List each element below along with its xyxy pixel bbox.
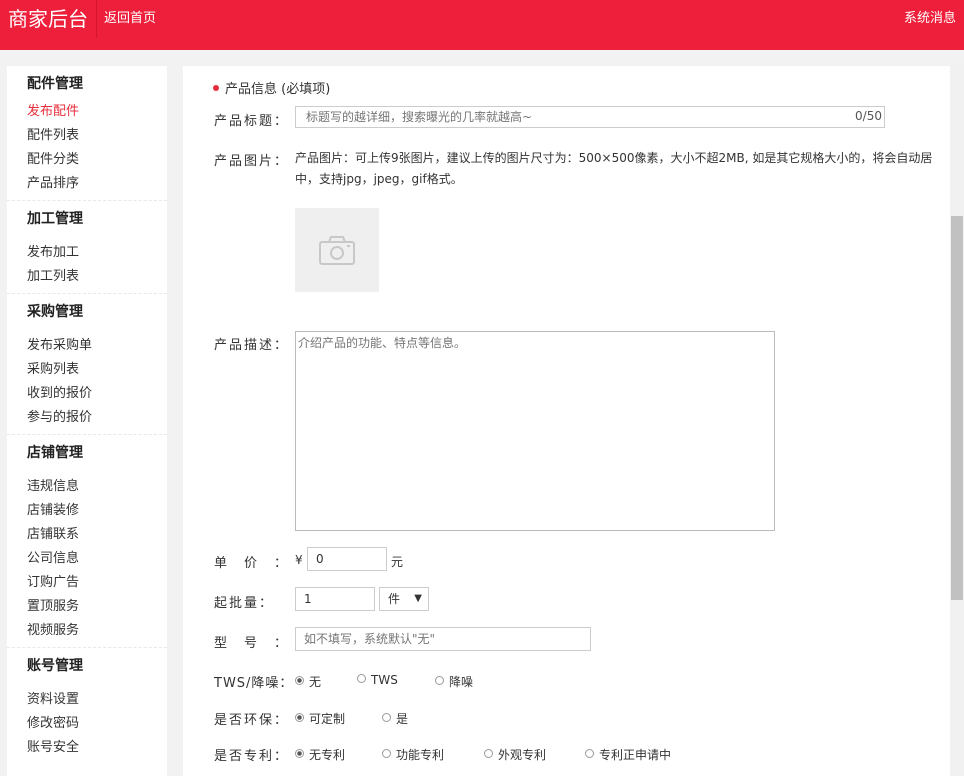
radio-noise-cancel[interactable]: 降噪 (435, 673, 473, 690)
sidebar-item-publish-part[interactable]: 发布配件 (27, 100, 167, 124)
sidebar-item-joined-quotes[interactable]: 参与的报价 (27, 406, 167, 430)
sidebar-item-shop-decoration[interactable]: 店铺装修 (27, 499, 167, 523)
radio-checked-icon (295, 676, 304, 685)
radio-label: 是 (396, 712, 409, 726)
system-messages-link[interactable]: 系统消息 (904, 0, 956, 38)
radio-unchecked-icon (484, 749, 493, 758)
sidebar-group-title: 账号管理 (27, 658, 83, 674)
radio-label: 专利正申请中 (599, 748, 672, 762)
currency-symbol: ¥ (295, 553, 303, 567)
radio-label: 降噪 (449, 675, 474, 689)
radio-tws[interactable]: TWS (357, 673, 398, 687)
sidebar-item-part-list[interactable]: 配件列表 (27, 124, 167, 148)
radio-label: 无专利 (309, 748, 346, 762)
title-char-counter: 0/50 (855, 109, 882, 123)
radio-unchecked-icon (357, 674, 366, 683)
moq-input[interactable] (295, 587, 375, 611)
radio-label: TWS (371, 673, 398, 687)
sidebar-item-order-ads[interactable]: 订购广告 (27, 571, 167, 595)
sidebar-item-publish-purchase[interactable]: 发布采购单 (27, 334, 167, 358)
radio-label: 无 (309, 675, 322, 689)
top-header: 商家后台 返回首页 系统消息 (0, 0, 964, 50)
price-label: 单 价 ： (214, 556, 290, 571)
sidebar-group-processing: 加工管理 发布加工 加工列表 (7, 201, 167, 294)
sidebar-group-title: 店铺管理 (27, 445, 83, 461)
radio-checked-icon (295, 713, 304, 722)
model-input[interactable] (295, 627, 591, 651)
sidebar-group-title: 采购管理 (27, 304, 83, 320)
sidebar-group-title: 配件管理 (27, 76, 83, 92)
sidebar-item-top-service[interactable]: 置顶服务 (27, 595, 167, 619)
sidebar-group-account: 账号管理 资料设置 修改密码 账号安全 (7, 648, 167, 764)
radio-unchecked-icon (382, 713, 391, 722)
patent-label: 是否专利： (214, 749, 290, 764)
dropdown-arrow-icon: ▼ (414, 593, 422, 604)
title-input[interactable] (296, 107, 836, 127)
moq-label: 起批量： (214, 596, 275, 611)
sidebar-item-change-password[interactable]: 修改密码 (27, 712, 167, 736)
radio-label: 外观专利 (498, 748, 547, 762)
section-title: 产品信息 (必填项) (225, 82, 331, 97)
radio-label: 功能专利 (396, 748, 445, 762)
radio-unchecked-icon (585, 749, 594, 758)
radio-eco-yes[interactable]: 是 (382, 710, 408, 727)
radio-tws-none[interactable]: 无 (295, 673, 321, 690)
model-label: 型 号 ： (214, 636, 290, 651)
image-upload-box[interactable] (295, 208, 379, 292)
sidebar-item-part-category[interactable]: 配件分类 (27, 148, 167, 172)
description-textarea[interactable] (295, 331, 775, 531)
sidebar: 配件管理 发布配件 配件列表 配件分类 产品排序 加工管理 发布加工 加工列表 … (7, 66, 167, 776)
radio-label: 可定制 (309, 712, 346, 726)
radio-checked-icon (295, 749, 304, 758)
price-unit: 元 (391, 555, 404, 569)
sidebar-group-shop: 店铺管理 违规信息 店铺装修 店铺联系 公司信息 订购广告 置顶服务 视频服务 (7, 435, 167, 648)
sidebar-item-video-service[interactable]: 视频服务 (27, 619, 167, 643)
eco-label: 是否环保： (214, 713, 290, 728)
sidebar-group-title: 加工管理 (27, 211, 83, 227)
brand-title[interactable]: 商家后台 (0, 0, 97, 38)
radio-patent-design[interactable]: 外观专利 (484, 746, 546, 763)
sidebar-item-account-security[interactable]: 账号安全 (27, 736, 167, 760)
sidebar-group-purchase: 采购管理 发布采购单 采购列表 收到的报价 参与的报价 (7, 294, 167, 435)
sidebar-item-received-quotes[interactable]: 收到的报价 (27, 382, 167, 406)
sidebar-item-processing-list[interactable]: 加工列表 (27, 265, 167, 289)
home-link[interactable]: 返回首页 (104, 0, 156, 38)
scrollbar-thumb[interactable] (951, 216, 963, 600)
image-label: 产品图片： (214, 154, 290, 169)
title-field[interactable]: 0/50 (295, 106, 885, 128)
section-heading: 产品信息 (必填项) (213, 78, 330, 97)
sidebar-item-violations[interactable]: 违规信息 (27, 475, 167, 499)
camera-icon (319, 236, 355, 265)
required-dot-icon (213, 84, 219, 91)
radio-patent-none[interactable]: 无专利 (295, 746, 345, 763)
title-label: 产品标题： (214, 114, 290, 129)
price-input[interactable] (307, 547, 387, 571)
sidebar-item-shop-contact[interactable]: 店铺联系 (27, 523, 167, 547)
tws-label: TWS/降噪： (214, 676, 294, 691)
description-label: 产品描述： (214, 338, 290, 353)
unit-select-value: 件 (388, 592, 401, 606)
sidebar-item-publish-processing[interactable]: 发布加工 (27, 241, 167, 265)
image-upload-note: 产品图片：可上传9张图片，建议上传的图片尺寸为：500×500像素，大小不超2M… (295, 151, 933, 186)
radio-patent-pending[interactable]: 专利正申请中 (585, 746, 671, 763)
unit-select[interactable]: 件 ▼ (379, 587, 429, 611)
radio-eco-customizable[interactable]: 可定制 (295, 710, 345, 727)
radio-unchecked-icon (382, 749, 391, 758)
sidebar-item-product-sort[interactable]: 产品排序 (27, 172, 167, 196)
product-form-panel: 产品信息 (必填项) 产品标题： 0/50 产品图片： 产品图片：可上传9张图片… (183, 66, 950, 776)
radio-patent-function[interactable]: 功能专利 (382, 746, 444, 763)
radio-unchecked-icon (435, 676, 444, 685)
sidebar-group-parts: 配件管理 发布配件 配件列表 配件分类 产品排序 (7, 66, 167, 201)
sidebar-item-purchase-list[interactable]: 采购列表 (27, 358, 167, 382)
sidebar-item-profile-settings[interactable]: 资料设置 (27, 688, 167, 712)
sidebar-item-company-info[interactable]: 公司信息 (27, 547, 167, 571)
